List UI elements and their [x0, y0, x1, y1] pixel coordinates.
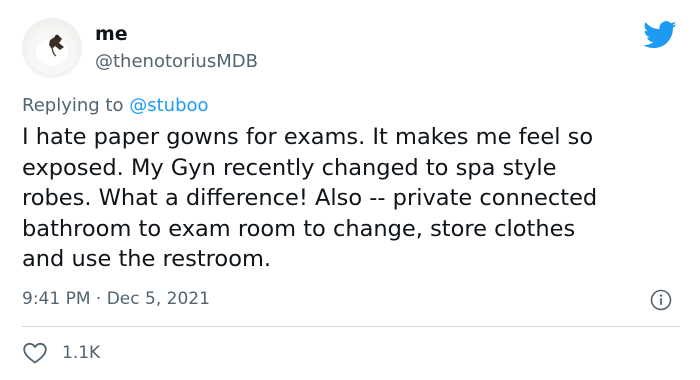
tweet-timestamp[interactable]: 9:41 PM · Dec 5, 2021: [22, 288, 210, 310]
tweet-date: Dec 5, 2021: [106, 289, 210, 309]
tweet-time: 9:41 PM: [22, 289, 91, 309]
tweet-text-line: and use the restroom.: [22, 246, 272, 272]
like-button[interactable]: 1.1K: [22, 340, 100, 366]
like-count: 1.1K: [62, 343, 101, 363]
tweet-text: I hate paper gowns for exams. It makes m…: [22, 122, 684, 275]
replying-to-label: Replying to: [22, 95, 124, 116]
heart-icon: [23, 342, 47, 364]
avatar-image: [28, 30, 76, 74]
twitter-bird-icon[interactable]: [643, 21, 677, 49]
tweet-card: me @thenotoriusMDB Replying to @stuboo I…: [0, 0, 700, 380]
display-name[interactable]: me: [95, 22, 128, 46]
info-icon[interactable]: [650, 289, 672, 311]
replying-to-line: Replying to @stuboo: [22, 95, 209, 117]
tweet-text-line: exposed. My Gyn recently changed to spa …: [22, 154, 557, 181]
divider: [22, 326, 680, 327]
user-handle[interactable]: @thenotoriusMDB: [95, 51, 258, 73]
avatar[interactable]: [22, 18, 82, 78]
reply-mention-link[interactable]: @stuboo: [129, 95, 208, 116]
tweet-text-line: bathroom to exam room to change, store c…: [22, 215, 576, 242]
tweet-text-line: robes. What a difference! Also -- privat…: [22, 185, 598, 211]
tweet-text-line: I hate paper gowns for exams. It makes m…: [22, 124, 594, 150]
timestamp-separator: ·: [95, 289, 102, 309]
